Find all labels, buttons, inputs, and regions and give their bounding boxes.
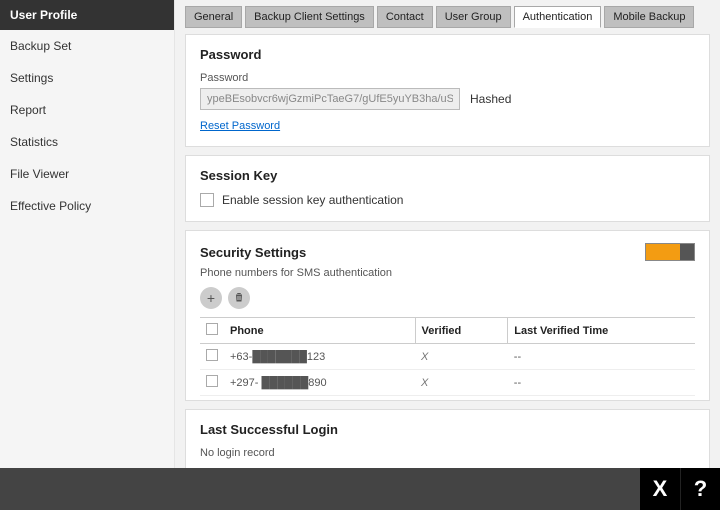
delete-phone-button[interactable] — [228, 287, 250, 309]
col-verified: Verified — [415, 318, 508, 344]
trash-icon — [233, 290, 245, 306]
row-checkbox[interactable] — [206, 349, 218, 361]
last-login-panel: Last Successful Login No login record — [185, 409, 710, 468]
password-panel-title: Password — [200, 47, 695, 62]
plus-icon: + — [207, 290, 215, 306]
cell-phone: +63-███████123 — [224, 344, 415, 370]
sidebar-item-backup-set[interactable]: Backup Set — [0, 30, 174, 62]
help-button[interactable]: ? — [680, 468, 720, 510]
sidebar-item-statistics[interactable]: Statistics — [0, 126, 174, 158]
close-icon: X — [653, 476, 668, 502]
tab-mobile-backup[interactable]: Mobile Backup — [604, 6, 694, 28]
last-login-title: Last Successful Login — [200, 422, 695, 437]
cell-verified: X — [415, 370, 508, 396]
add-phone-button[interactable]: + — [200, 287, 222, 309]
hashed-label: Hashed — [470, 92, 511, 106]
sidebar-item-effective-policy[interactable]: Effective Policy — [0, 190, 174, 222]
security-toggle[interactable] — [645, 243, 695, 261]
table-row[interactable]: +297- ██████890 X -- — [200, 370, 695, 396]
cell-last: -- — [508, 344, 695, 370]
close-button[interactable]: X — [640, 468, 680, 510]
main: General Backup Client Settings Contact U… — [175, 0, 720, 468]
tab-user-group[interactable]: User Group — [436, 6, 511, 28]
password-panel: Password Password Hashed Reset Password — [185, 34, 710, 147]
cell-last: -- — [508, 370, 695, 396]
sidebar-item-file-viewer[interactable]: File Viewer — [0, 158, 174, 190]
reset-password-link[interactable]: Reset Password — [200, 120, 280, 132]
table-row[interactable]: +63-███████123 X -- — [200, 344, 695, 370]
sidebar-item-report[interactable]: Report — [0, 94, 174, 126]
password-field-label: Password — [200, 72, 695, 84]
col-phone: Phone — [224, 318, 415, 344]
last-login-text: No login record — [200, 447, 695, 459]
tab-general[interactable]: General — [185, 6, 242, 28]
phone-table: Phone Verified Last Verified Time +63-██… — [200, 317, 695, 396]
session-key-checkbox[interactable] — [200, 193, 214, 207]
session-key-title: Session Key — [200, 168, 695, 183]
cell-phone: +297- ██████890 — [224, 370, 415, 396]
password-input[interactable] — [200, 88, 460, 110]
tab-backup-client-settings[interactable]: Backup Client Settings — [245, 6, 374, 28]
security-settings-panel: Security Settings Phone numbers for SMS … — [185, 230, 710, 401]
row-checkbox[interactable] — [206, 375, 218, 387]
cell-verified: X — [415, 344, 508, 370]
session-key-checkbox-label: Enable session key authentication — [222, 193, 403, 207]
session-key-panel: Session Key Enable session key authentic… — [185, 155, 710, 222]
sidebar: User Profile Backup Set Settings Report … — [0, 0, 175, 468]
col-last: Last Verified Time — [508, 318, 695, 344]
tab-authentication[interactable]: Authentication — [514, 6, 602, 28]
security-subtext: Phone numbers for SMS authentication — [200, 267, 695, 279]
security-settings-title: Security Settings — [200, 245, 306, 260]
sidebar-header: User Profile — [0, 0, 174, 30]
tabs: General Backup Client Settings Contact U… — [185, 6, 710, 28]
tab-contact[interactable]: Contact — [377, 6, 433, 28]
footer: X ? — [0, 468, 720, 510]
select-all-checkbox[interactable] — [206, 323, 218, 335]
sidebar-item-settings[interactable]: Settings — [0, 62, 174, 94]
help-icon: ? — [694, 476, 707, 502]
